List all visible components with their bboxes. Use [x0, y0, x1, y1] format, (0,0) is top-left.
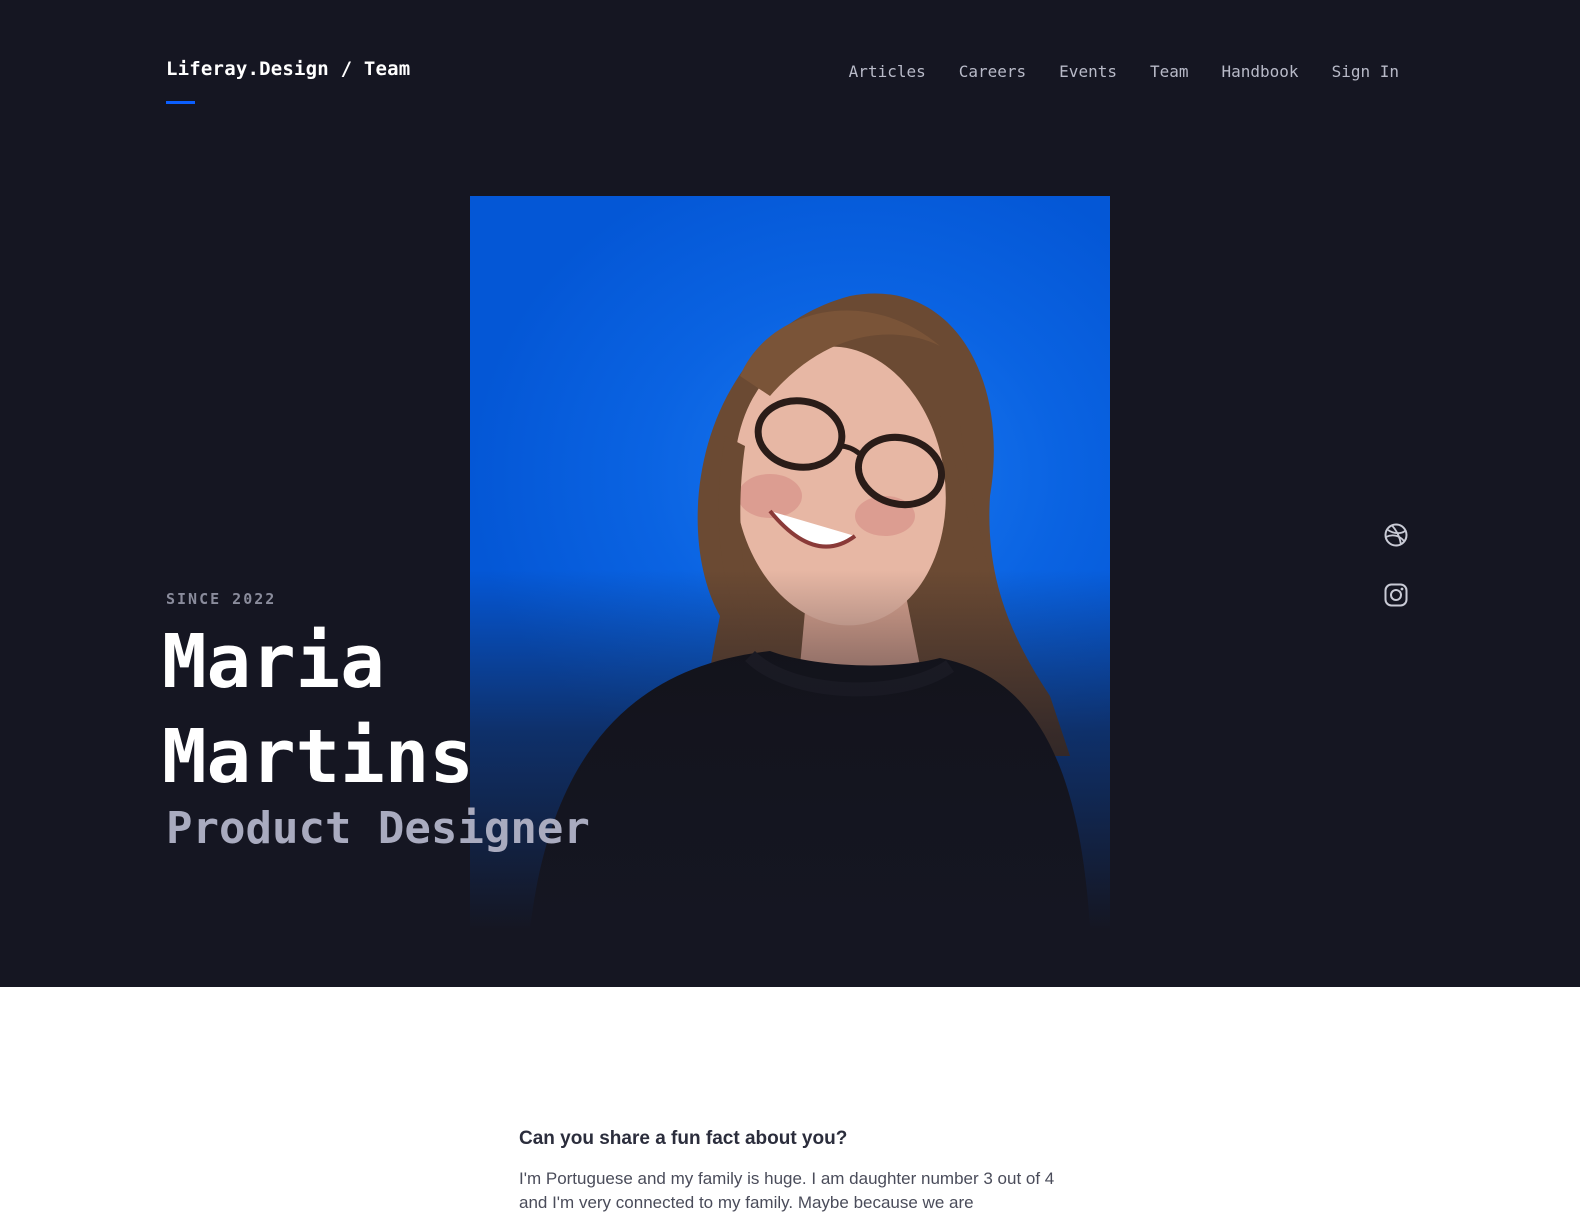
first-name: Maria — [162, 619, 385, 705]
profile-role: Product Designer — [166, 803, 590, 854]
brand-logo[interactable]: Liferay.Design / Team — [166, 58, 410, 80]
nav-team[interactable]: Team — [1150, 62, 1189, 81]
since-label: SINCE 2022 — [166, 590, 277, 608]
main-nav: Articles Careers Events Team Handbook Si… — [849, 62, 1399, 81]
brand-underline — [166, 101, 195, 104]
qa-question: Can you share a fun fact about you? — [519, 1128, 848, 1149]
nav-events[interactable]: Events — [1059, 62, 1117, 81]
nav-handbook[interactable]: Handbook — [1222, 62, 1299, 81]
nav-careers[interactable]: Careers — [959, 62, 1026, 81]
nav-articles[interactable]: Articles — [849, 62, 926, 81]
hero-section: Liferay.Design / Team Articles Careers E… — [0, 0, 1580, 987]
last-name: Martins — [162, 714, 474, 800]
instagram-icon[interactable] — [1383, 582, 1409, 608]
dribbble-icon[interactable] — [1383, 522, 1409, 548]
nav-sign-in[interactable]: Sign In — [1332, 62, 1399, 81]
profile-name: Maria Martins — [162, 615, 762, 805]
qa-answer: I'm Portuguese and my family is huge. I … — [519, 1169, 1055, 1212]
qa-section: Can you share a fun fact about you? I'm … — [519, 1128, 1059, 1215]
